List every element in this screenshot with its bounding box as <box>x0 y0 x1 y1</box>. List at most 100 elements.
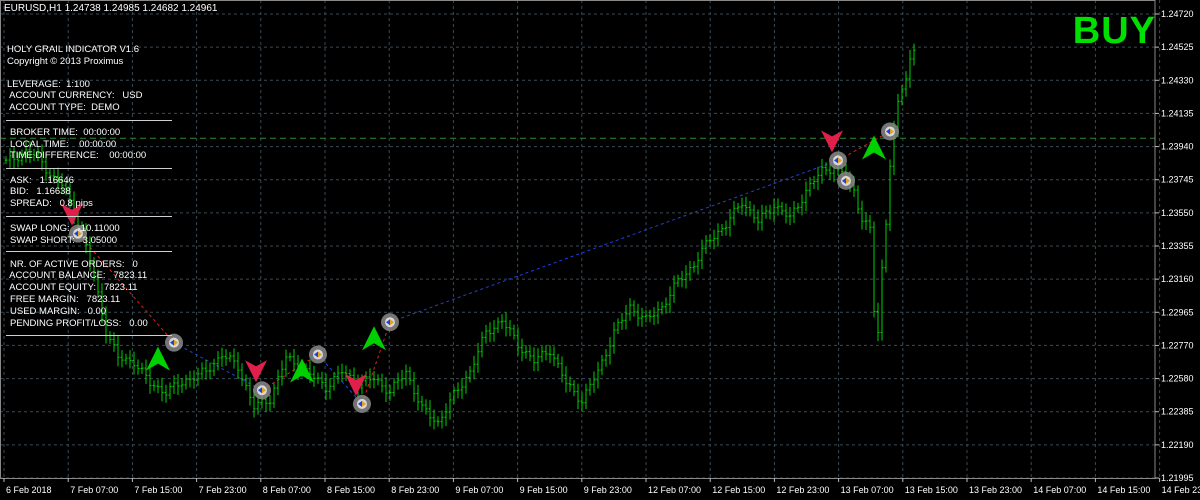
price-bar <box>108 331 112 344</box>
price-bar <box>180 377 184 394</box>
info-swap-short: SWAP SHORT: 3.05000 <box>10 235 118 246</box>
price-bar <box>428 400 432 427</box>
trade-link <box>389 159 839 323</box>
price-bar <box>188 370 192 388</box>
price-bar <box>4 156 8 164</box>
buy-arrow-icon <box>362 326 386 351</box>
x-tick-label: 7 Feb 07:00 <box>70 485 118 495</box>
info-broker-time: BROKER TIME: 00:00:00 <box>10 127 121 138</box>
x-tick-label: 14 Feb 15:00 <box>1097 485 1150 495</box>
price-bar <box>132 351 136 375</box>
price-bar <box>604 348 608 367</box>
y-tick-label: 1.22580 <box>1161 374 1194 384</box>
info-balance: ACCOUNT BALANCE: 7823.11 <box>7 270 148 281</box>
price-bar <box>524 345 528 359</box>
price-bar <box>164 384 168 403</box>
x-tick-label: 14 Feb 07:00 <box>1033 485 1086 495</box>
chart-window: 1.24720 1.24525 1.24330 1.24135 1.23940 1.237… <box>0 0 1200 500</box>
price-bar <box>144 359 148 384</box>
price-bar <box>128 350 132 369</box>
price-bar <box>280 360 284 386</box>
price-bar <box>316 372 320 384</box>
price-bar <box>860 200 864 230</box>
price-bar <box>120 350 124 368</box>
x-tick-label: 6 Feb 2018 <box>6 485 52 495</box>
price-bar <box>508 320 512 337</box>
price-bar <box>484 324 488 344</box>
price-bar <box>200 362 204 380</box>
price-bar <box>528 346 532 362</box>
trade-links <box>77 131 891 405</box>
price-bar <box>460 378 464 399</box>
price-bar <box>400 369 404 390</box>
price-bar <box>320 371 324 389</box>
price-bar <box>496 317 500 333</box>
price-bar <box>516 327 520 356</box>
price-bar <box>432 409 436 430</box>
price-bar <box>760 204 764 231</box>
price-bar <box>612 322 616 354</box>
price-bar <box>668 286 672 314</box>
y-tick-label: 1.22770 <box>1161 340 1194 350</box>
price-bar <box>800 194 804 216</box>
price-bar <box>648 309 652 323</box>
price-bar <box>328 378 332 400</box>
price-bar <box>904 71 908 97</box>
info-used-margin: USED MARGIN: 0.00 <box>10 306 107 317</box>
chart-grid <box>0 0 1161 479</box>
trade-marker <box>837 171 855 190</box>
trade-marker <box>309 345 327 364</box>
price-bar <box>908 50 912 88</box>
price-bar <box>160 377 164 402</box>
price-bar <box>332 372 336 391</box>
y-tick-label: 1.23550 <box>1161 208 1194 218</box>
price-bar <box>140 362 144 375</box>
price-bar <box>136 359 140 375</box>
price-bar <box>572 380 576 397</box>
price-bar <box>772 198 776 222</box>
x-tick-label: 9 Feb 07:00 <box>455 485 503 495</box>
price-bar <box>536 348 540 372</box>
price-bar <box>340 363 344 382</box>
price-bar <box>556 353 560 368</box>
price-bar <box>580 392 584 412</box>
y-tick-label: 1.22965 <box>1161 307 1194 317</box>
price-bar <box>392 378 396 397</box>
price-bar <box>880 259 884 341</box>
price-bar <box>220 347 224 367</box>
price-bar <box>248 377 252 406</box>
price-bar <box>608 337 612 365</box>
chart-axes: 1.24720 1.24525 1.24330 1.24135 1.23940 1.237… <box>0 0 1200 495</box>
x-tick-label: 9 Feb 23:00 <box>584 485 632 495</box>
x-tick-label: 7 Feb 15:00 <box>134 485 182 495</box>
price-bar <box>440 410 444 429</box>
price-bar <box>292 348 296 372</box>
y-tick-label: 1.24525 <box>1161 42 1194 52</box>
y-tick-label: 1.24330 <box>1161 75 1194 85</box>
price-bar <box>888 159 892 232</box>
price-bar <box>520 338 524 362</box>
price-bar <box>284 349 288 377</box>
x-tick-label: 8 Feb 23:00 <box>391 485 439 495</box>
price-bar <box>576 383 580 410</box>
price-bar <box>488 322 492 343</box>
price-bar <box>204 359 208 380</box>
price-bar <box>716 223 720 247</box>
x-tick-label: 12 Feb 23:00 <box>776 485 829 495</box>
price-bar <box>380 373 384 393</box>
x-tick-label: 8 Feb 15:00 <box>327 485 375 495</box>
price-bar <box>448 392 452 420</box>
price-bar <box>532 347 536 372</box>
price-bar <box>628 298 632 321</box>
y-tick-label: 1.22385 <box>1161 407 1194 417</box>
trade-marker <box>829 151 847 170</box>
price-bar <box>424 399 428 415</box>
price-chart[interactable]: 1.24720 1.24525 1.24330 1.24135 1.23940 1.237… <box>0 0 1200 500</box>
price-bar <box>456 382 460 399</box>
price-bar <box>768 204 772 220</box>
info-account-type: ACCOUNT TYPE: DEMO <box>7 102 120 113</box>
price-bar <box>540 346 544 363</box>
trade-marker <box>881 122 899 141</box>
price-bar <box>652 307 656 326</box>
info-local-time: LOCAL TIME: 00:00:00 <box>10 139 117 150</box>
